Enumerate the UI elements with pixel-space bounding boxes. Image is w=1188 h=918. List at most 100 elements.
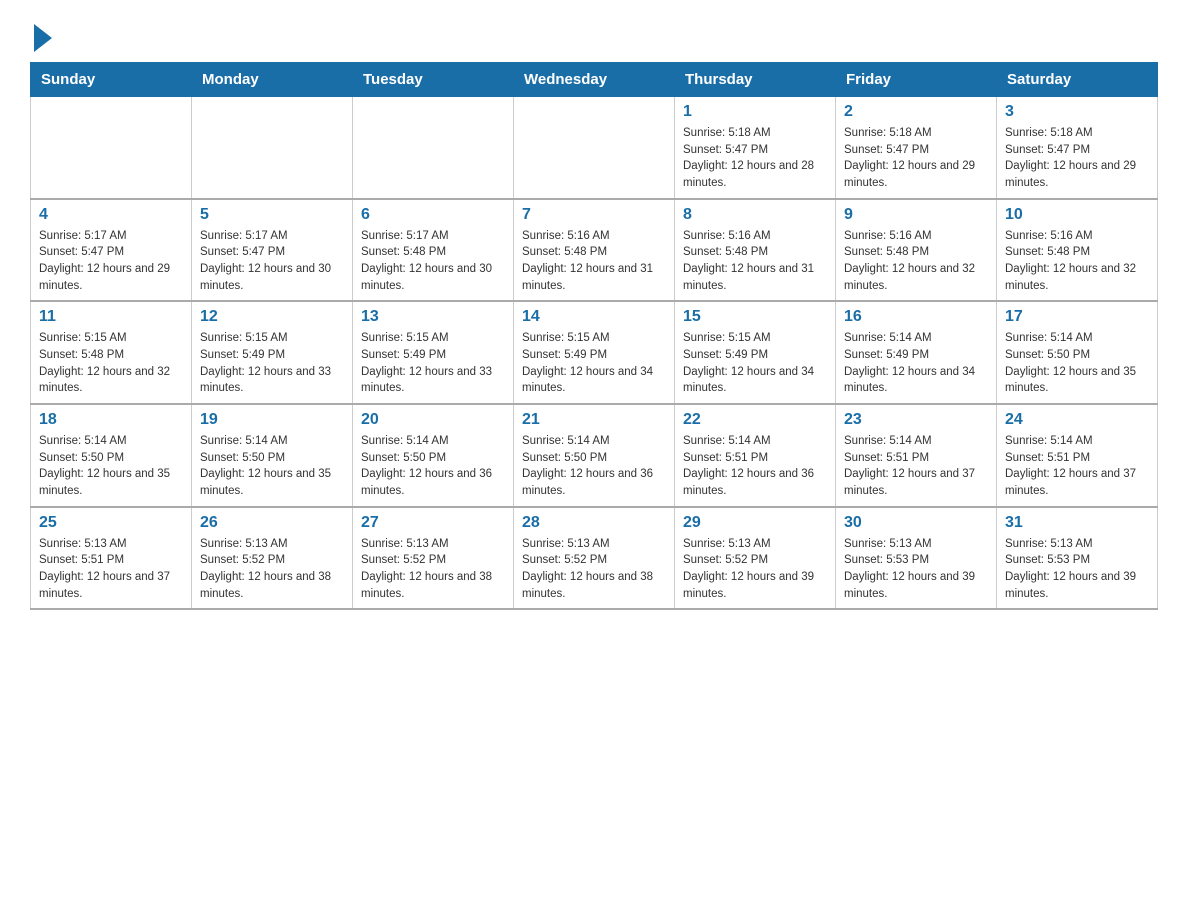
calendar-cell: 28Sunrise: 5:13 AM Sunset: 5:52 PM Dayli… — [514, 507, 675, 610]
day-number: 3 — [1005, 103, 1149, 121]
calendar-cell: 22 Sunrise: 5:14 AM Sunset: 5:51 PM Dayli… — [675, 404, 836, 507]
calendar-cell: 13Sunrise: 5:15 AM Sunset: 5:49 PM Dayli… — [353, 301, 514, 404]
day-info: Sunrise: 5:13 AM Sunset: 5:52 PM Dayligh… — [200, 536, 344, 603]
day-number: 6 — [361, 206, 505, 224]
day-info: Sunrise: 5:17 AM Sunset: 5:47 PM Dayligh… — [200, 228, 344, 295]
calendar-cell: 19 Sunrise: 5:14 AM Sunset: 5:50 PM Dayli… — [192, 404, 353, 507]
calendar-cell — [192, 97, 353, 199]
day-info: Sunrise: 5:14 AM Sunset: 5:50 PM Dayligh… — [200, 433, 344, 500]
day-info: Sunrise: 5:15 AM Sunset: 5:49 PM Dayligh… — [361, 330, 505, 397]
day-number: 29 — [683, 514, 827, 532]
calendar-cell: 18 Sunrise: 5:14 AM Sunset: 5:50 PM Dayli… — [31, 404, 192, 507]
day-info: Sunrise: 5:13 AM Sunset: 5:53 PM Dayligh… — [844, 536, 988, 603]
calendar-cell: 11 Sunrise: 5:15 AM Sunset: 5:48 PM Dayli… — [31, 301, 192, 404]
day-number: 18 — [39, 411, 183, 429]
day-number: 20 — [361, 411, 505, 429]
day-number: 30 — [844, 514, 988, 532]
day-number: 31 — [1005, 514, 1149, 532]
day-number: 25 — [39, 514, 183, 532]
calendar-cell: 3 Sunrise: 5:18 AM Sunset: 5:47 PM Daylig… — [997, 97, 1158, 199]
calendar-cell: 2 Sunrise: 5:18 AM Sunset: 5:47 PM Daylig… — [836, 97, 997, 199]
calendar-table: SundayMondayTuesdayWednesdayThursdayFrid… — [30, 62, 1158, 610]
calendar-cell: 26 Sunrise: 5:13 AM Sunset: 5:52 PM Dayli… — [192, 507, 353, 610]
calendar-cell: 21Sunrise: 5:14 AM Sunset: 5:50 PM Dayli… — [514, 404, 675, 507]
day-info: Sunrise: 5:15 AM Sunset: 5:49 PM Dayligh… — [522, 330, 666, 397]
day-info: Sunrise: 5:14 AM Sunset: 5:50 PM Dayligh… — [1005, 330, 1149, 397]
calendar-cell: 27Sunrise: 5:13 AM Sunset: 5:52 PM Dayli… — [353, 507, 514, 610]
day-number: 12 — [200, 308, 344, 326]
day-number: 11 — [39, 308, 183, 326]
day-number: 22 — [683, 411, 827, 429]
day-info: Sunrise: 5:13 AM Sunset: 5:51 PM Dayligh… — [39, 536, 183, 603]
calendar-cell: 23Sunrise: 5:14 AM Sunset: 5:51 PM Dayli… — [836, 404, 997, 507]
day-number: 14 — [522, 308, 666, 326]
calendar-header-row: SundayMondayTuesdayWednesdayThursdayFrid… — [31, 63, 1158, 97]
calendar-cell: 24 Sunrise: 5:14 AM Sunset: 5:51 PM Dayli… — [997, 404, 1158, 507]
calendar-cell — [353, 97, 514, 199]
calendar-cell: 30 Sunrise: 5:13 AM Sunset: 5:53 PM Dayli… — [836, 507, 997, 610]
calendar-cell: 31Sunrise: 5:13 AM Sunset: 5:53 PM Dayli… — [997, 507, 1158, 610]
day-info: Sunrise: 5:14 AM Sunset: 5:51 PM Dayligh… — [1005, 433, 1149, 500]
day-info: Sunrise: 5:16 AM Sunset: 5:48 PM Dayligh… — [683, 228, 827, 295]
calendar-cell — [31, 97, 192, 199]
day-number: 24 — [1005, 411, 1149, 429]
calendar-cell: 10 Sunrise: 5:16 AM Sunset: 5:48 PM Dayli… — [997, 199, 1158, 302]
header-sunday: Sunday — [31, 63, 192, 97]
calendar-cell: 1Sunrise: 5:18 AM Sunset: 5:47 PM Daylig… — [675, 97, 836, 199]
calendar-cell: 6Sunrise: 5:17 AM Sunset: 5:48 PM Daylig… — [353, 199, 514, 302]
day-number: 2 — [844, 103, 988, 121]
page-header — [30, 20, 1158, 52]
calendar-cell: 12 Sunrise: 5:15 AM Sunset: 5:49 PM Dayli… — [192, 301, 353, 404]
calendar-cell: 8 Sunrise: 5:16 AM Sunset: 5:48 PM Daylig… — [675, 199, 836, 302]
day-info: Sunrise: 5:15 AM Sunset: 5:49 PM Dayligh… — [683, 330, 827, 397]
day-info: Sunrise: 5:17 AM Sunset: 5:47 PM Dayligh… — [39, 228, 183, 295]
header-saturday: Saturday — [997, 63, 1158, 97]
day-info: Sunrise: 5:16 AM Sunset: 5:48 PM Dayligh… — [1005, 228, 1149, 295]
calendar-cell: 15Sunrise: 5:15 AM Sunset: 5:49 PM Dayli… — [675, 301, 836, 404]
calendar-week-row: 1Sunrise: 5:18 AM Sunset: 5:47 PM Daylig… — [31, 97, 1158, 199]
day-number: 19 — [200, 411, 344, 429]
day-info: Sunrise: 5:15 AM Sunset: 5:49 PM Dayligh… — [200, 330, 344, 397]
day-number: 16 — [844, 308, 988, 326]
day-number: 28 — [522, 514, 666, 532]
calendar-week-row: 11 Sunrise: 5:15 AM Sunset: 5:48 PM Dayli… — [31, 301, 1158, 404]
calendar-cell: 20 Sunrise: 5:14 AM Sunset: 5:50 PM Dayli… — [353, 404, 514, 507]
day-info: Sunrise: 5:18 AM Sunset: 5:47 PM Dayligh… — [844, 125, 988, 192]
day-info: Sunrise: 5:18 AM Sunset: 5:47 PM Dayligh… — [683, 125, 827, 192]
day-number: 10 — [1005, 206, 1149, 224]
day-info: Sunrise: 5:18 AM Sunset: 5:47 PM Dayligh… — [1005, 125, 1149, 192]
day-number: 26 — [200, 514, 344, 532]
header-friday: Friday — [836, 63, 997, 97]
day-info: Sunrise: 5:16 AM Sunset: 5:48 PM Dayligh… — [522, 228, 666, 295]
day-number: 8 — [683, 206, 827, 224]
day-number: 21 — [522, 411, 666, 429]
day-info: Sunrise: 5:14 AM Sunset: 5:51 PM Dayligh… — [683, 433, 827, 500]
calendar-week-row: 4 Sunrise: 5:17 AM Sunset: 5:47 PM Daylig… — [31, 199, 1158, 302]
day-info: Sunrise: 5:13 AM Sunset: 5:52 PM Dayligh… — [683, 536, 827, 603]
calendar-cell: 17 Sunrise: 5:14 AM Sunset: 5:50 PM Dayli… — [997, 301, 1158, 404]
day-info: Sunrise: 5:15 AM Sunset: 5:48 PM Dayligh… — [39, 330, 183, 397]
header-thursday: Thursday — [675, 63, 836, 97]
header-wednesday: Wednesday — [514, 63, 675, 97]
calendar-cell: 29 Sunrise: 5:13 AM Sunset: 5:52 PM Dayli… — [675, 507, 836, 610]
day-info: Sunrise: 5:14 AM Sunset: 5:50 PM Dayligh… — [361, 433, 505, 500]
calendar-cell: 14 Sunrise: 5:15 AM Sunset: 5:49 PM Dayli… — [514, 301, 675, 404]
day-number: 27 — [361, 514, 505, 532]
day-number: 9 — [844, 206, 988, 224]
day-info: Sunrise: 5:14 AM Sunset: 5:49 PM Dayligh… — [844, 330, 988, 397]
day-number: 4 — [39, 206, 183, 224]
day-number: 23 — [844, 411, 988, 429]
day-info: Sunrise: 5:14 AM Sunset: 5:50 PM Dayligh… — [39, 433, 183, 500]
calendar-cell — [514, 97, 675, 199]
day-number: 17 — [1005, 308, 1149, 326]
calendar-cell: 25 Sunrise: 5:13 AM Sunset: 5:51 PM Dayli… — [31, 507, 192, 610]
calendar-cell: 7 Sunrise: 5:16 AM Sunset: 5:48 PM Daylig… — [514, 199, 675, 302]
calendar-cell: 4 Sunrise: 5:17 AM Sunset: 5:47 PM Daylig… — [31, 199, 192, 302]
logo-arrow-icon — [34, 24, 52, 52]
calendar-week-row: 18 Sunrise: 5:14 AM Sunset: 5:50 PM Dayli… — [31, 404, 1158, 507]
day-number: 7 — [522, 206, 666, 224]
day-number: 5 — [200, 206, 344, 224]
calendar-week-row: 25 Sunrise: 5:13 AM Sunset: 5:51 PM Dayli… — [31, 507, 1158, 610]
header-tuesday: Tuesday — [353, 63, 514, 97]
calendar-cell: 5 Sunrise: 5:17 AM Sunset: 5:47 PM Daylig… — [192, 199, 353, 302]
